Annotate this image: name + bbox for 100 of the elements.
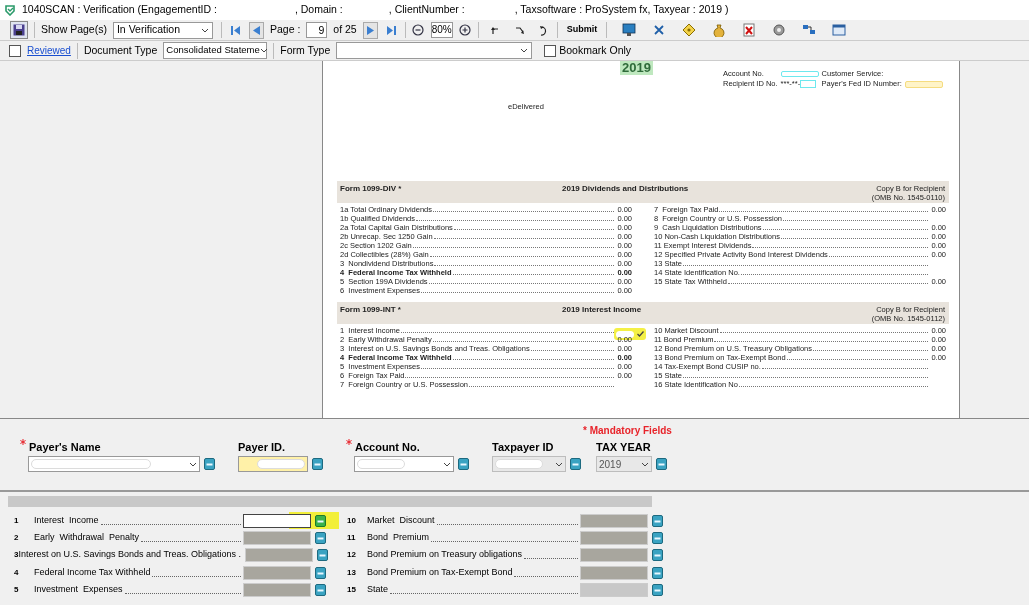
lookup-button[interactable] <box>312 458 323 470</box>
bookmark-only-label: Bookmark Only <box>559 42 632 58</box>
window-title: , Taxsoftware : ProSystem fx, Taxyear : 2019 ) <box>514 2 729 18</box>
dropdown-caret-icon <box>189 461 197 467</box>
minus-icon <box>654 587 661 593</box>
minus-icon <box>319 552 327 558</box>
line-number: 10 <box>347 515 357 527</box>
lookup-button[interactable] <box>652 567 663 579</box>
required-asterisk-icon <box>20 439 26 445</box>
rotate-arrow-icon <box>514 24 526 36</box>
bookmark-only-checkbox[interactable] <box>544 44 557 57</box>
form-heading: 2019 Dividends and Distributions <box>562 183 689 195</box>
form-name: Form 1099-INT * <box>340 304 401 316</box>
combo-box[interactable] <box>28 456 200 472</box>
minus-icon <box>317 570 324 576</box>
line-number: 15 <box>347 584 357 596</box>
diamond-button[interactable] <box>681 22 698 38</box>
minus-icon <box>206 461 213 467</box>
line-label: State <box>367 583 388 597</box>
lookup-button[interactable] <box>315 515 326 527</box>
zoom-in-button[interactable] <box>458 23 472 37</box>
line-number: 13 <box>347 567 357 579</box>
window-icon <box>832 23 847 37</box>
page-number-field[interactable]: 9 <box>306 22 328 38</box>
redaction-mark <box>257 459 305 469</box>
redaction-mark <box>780 71 819 77</box>
minus-icon <box>654 552 661 558</box>
minus-icon <box>317 518 324 524</box>
delete-document-button[interactable] <box>741 22 758 38</box>
lookup-button[interactable] <box>315 584 326 596</box>
input-field[interactable] <box>243 514 311 528</box>
mandatory-fields-note: * Mandatory Fields <box>583 424 672 438</box>
window-title: 1040SCAN : Verification (EngagementID : <box>22 2 217 18</box>
required-asterisk-icon <box>346 439 352 445</box>
previous-page-button[interactable] <box>248 21 264 39</box>
check-icon <box>637 331 644 337</box>
line-number: 12 <box>347 549 357 561</box>
lookup-button[interactable] <box>458 458 469 470</box>
redaction-mark <box>904 80 943 88</box>
zoom-field[interactable]: 80% <box>430 22 453 38</box>
gear-button[interactable] <box>771 22 788 38</box>
minus-icon <box>658 461 665 467</box>
lookup-button[interactable] <box>570 458 581 470</box>
zoom-out-button[interactable] <box>411 23 425 37</box>
lookup-button[interactable] <box>652 584 663 596</box>
dropdown-caret-icon <box>520 48 529 53</box>
lookup-button[interactable] <box>317 549 329 561</box>
line-number: 4 <box>14 567 20 579</box>
zoom-out-icon <box>412 24 425 36</box>
line-label: Bond Premium <box>367 531 430 545</box>
form-name: Form 1099-DIV * <box>340 183 402 195</box>
gear-icon <box>772 23 787 37</box>
dropdown-caret-icon <box>259 48 268 53</box>
form-type-dropdown[interactable] <box>336 42 533 59</box>
lookup-button[interactable] <box>315 532 326 544</box>
lookup-button[interactable] <box>652 549 663 561</box>
line-label: Interest Income <box>34 514 99 528</box>
lookup-button[interactable] <box>656 458 667 470</box>
lookup-button[interactable] <box>652 515 663 527</box>
minus-icon <box>314 461 321 467</box>
line-label: Market Discount <box>367 514 435 528</box>
window-title: , ClientNumber : <box>388 2 465 18</box>
minus-icon <box>317 587 324 593</box>
page-total: of 25 <box>333 22 357 38</box>
arrow-icon <box>385 24 397 36</box>
document-type-dropdown[interactable]: Consolidated Stateme <box>163 42 268 59</box>
show-pages-dropdown[interactable]: In Verification <box>112 21 213 39</box>
lookup-button[interactable] <box>204 458 215 470</box>
close-icon <box>652 23 667 37</box>
diamond-icon <box>682 23 697 37</box>
combo-box[interactable] <box>354 456 454 472</box>
arrow-icon <box>229 24 241 36</box>
dropdown-caret-icon <box>200 27 209 33</box>
line-number: 2 <box>14 532 20 544</box>
reviewed-link[interactable]: Reviewed <box>27 43 71 58</box>
field-label: Payer ID. <box>238 440 286 455</box>
line-label: Interest on U.S. Savings Bonds and Treas. Obligations . <box>18 548 242 562</box>
lookup-button[interactable] <box>652 532 663 544</box>
next-page-button[interactable] <box>362 21 378 39</box>
redaction-mark <box>495 459 543 469</box>
window-button[interactable] <box>831 22 848 38</box>
monitor-button[interactable] <box>621 22 638 38</box>
lookup-button[interactable] <box>315 567 326 579</box>
submit-button[interactable]: Submit <box>563 23 601 37</box>
input-field[interactable] <box>238 456 308 472</box>
save-button[interactable] <box>10 21 28 39</box>
money-bag-button[interactable] <box>711 22 728 38</box>
minus-icon <box>460 461 467 467</box>
form-type-label: Form Type <box>280 42 331 58</box>
minus-icon <box>654 570 661 576</box>
document-type-label: Document Type <box>83 42 158 58</box>
redaction-mark <box>800 80 817 88</box>
line-number: 5 <box>14 584 20 596</box>
year-heading: 2019 <box>620 61 653 75</box>
field-label: TAX YEAR <box>596 440 651 455</box>
reviewed-checkbox[interactable] <box>9 44 21 57</box>
field-label: Account No. <box>355 440 420 455</box>
form-heading: 2019 Interest Income <box>562 304 642 316</box>
app-logo-icon <box>4 4 16 16</box>
line-number: 11 <box>347 532 357 544</box>
